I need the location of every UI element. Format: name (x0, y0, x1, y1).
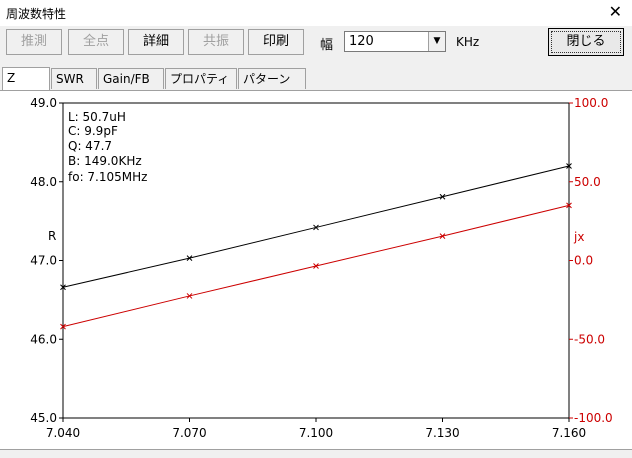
right-axis-label: jx (573, 230, 584, 244)
info-line: C: 9.9pF (68, 124, 118, 138)
left-tick-label: 45.0 (30, 411, 57, 425)
info-line: Q: 47.7 (68, 139, 112, 153)
right-tick-label: 50.0 (574, 175, 601, 189)
right-tick-label: 100.0 (574, 96, 608, 110)
left-tick-label: 47.0 (30, 254, 57, 268)
right-tick-label: 0.0 (574, 254, 593, 268)
plot-area (62, 102, 570, 419)
x-tick-label: 7.100 (299, 426, 333, 440)
x-tick-label: 7.040 (46, 426, 80, 440)
info-line: L: 50.7uH (68, 110, 126, 124)
left-tick-label: 49.0 (30, 96, 57, 110)
info-line: B: 149.0KHz (68, 154, 142, 168)
x-tick-label: 7.130 (425, 426, 459, 440)
x-tick-label: 7.160 (552, 426, 586, 440)
left-tick-label: 48.0 (30, 175, 57, 189)
x-tick-label: 7.070 (172, 426, 206, 440)
right-tick-label: -50.0 (574, 332, 605, 346)
right-tick-label: -100.0 (574, 411, 613, 425)
info-line: fo: 7.105MHz (68, 170, 147, 184)
left-tick-label: 46.0 (30, 332, 57, 346)
impedance-chart: 45.0 46.0 47.0 48.0 49.0 -100.0 -50.0 0.0 50.0 1… (30, 96, 613, 440)
left-axis-label: R (48, 229, 56, 243)
